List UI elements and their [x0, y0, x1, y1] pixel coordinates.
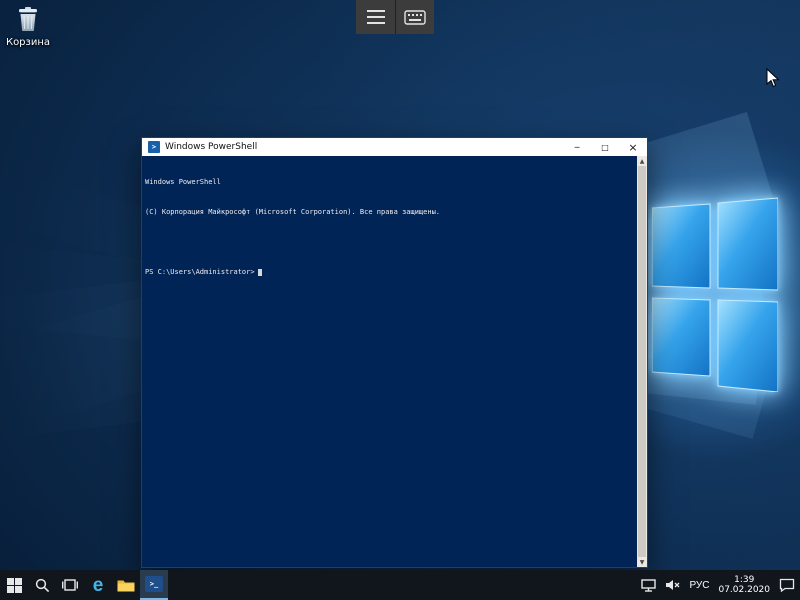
powershell-taskbar-button[interactable]: >_ — [140, 570, 168, 600]
recycle-bin-label: Корзина — [2, 37, 54, 48]
volume-tray-button[interactable] — [665, 570, 680, 600]
console-output: Windows PowerShell (C) Корпорация Майкро… — [145, 157, 633, 297]
start-button[interactable] — [0, 570, 28, 600]
scroll-down-icon[interactable]: ▼ — [637, 557, 647, 567]
recycle-bin-icon — [15, 6, 41, 32]
console-line — [145, 237, 633, 247]
taskbar-clock[interactable]: 1:39 07.02.2020 — [718, 575, 770, 595]
window-title: Windows PowerShell — [165, 142, 563, 152]
scrollbar-thumb[interactable] — [638, 166, 646, 557]
search-icon — [35, 578, 50, 593]
edge-button[interactable]: e — [84, 570, 112, 600]
taskbar-apps: e >_ — [0, 570, 168, 600]
console-prompt: PS C:\Users\Administrator> — [145, 268, 255, 276]
keyboard-icon — [404, 10, 426, 25]
keyboard-button[interactable] — [395, 0, 434, 34]
window-titlebar[interactable]: > Windows PowerShell ─ □ × — [142, 138, 647, 156]
vm-toolbar — [356, 0, 434, 34]
task-view-button[interactable] — [56, 570, 84, 600]
console-prompt-line: PS C:\Users\Administrator> — [145, 267, 633, 277]
clock-date: 07.02.2020 — [718, 585, 770, 595]
scroll-up-icon[interactable]: ▲ — [637, 156, 647, 166]
file-explorer-button[interactable] — [112, 570, 140, 600]
volume-muted-icon — [665, 579, 680, 591]
desktop: Корзина > Windows PowerShell ─ □ — [0, 0, 800, 600]
folder-icon — [117, 578, 135, 592]
console-line: (C) Корпорация Майкрософт (Microsoft Cor… — [145, 207, 633, 217]
menu-button[interactable] — [356, 0, 395, 34]
search-button[interactable] — [28, 570, 56, 600]
task-view-icon — [62, 578, 78, 592]
network-icon — [641, 579, 656, 592]
console-scrollbar[interactable]: ▲ ▼ — [637, 156, 647, 567]
powershell-window: > Windows PowerShell ─ □ × Windows Power… — [141, 137, 648, 568]
windows-logo — [652, 196, 778, 392]
maximize-button[interactable]: □ — [591, 138, 619, 156]
minimize-button[interactable]: ─ — [563, 138, 591, 156]
taskbar: e >_ — [0, 570, 800, 600]
close-button[interactable]: × — [619, 138, 647, 156]
language-indicator[interactable]: РУС — [689, 570, 709, 600]
recycle-bin[interactable]: Корзина — [2, 6, 54, 48]
action-center-icon — [779, 578, 795, 592]
console-area[interactable]: Windows PowerShell (C) Корпорация Майкро… — [142, 156, 647, 567]
console-line: Windows PowerShell — [145, 177, 633, 187]
network-tray-button[interactable] — [641, 570, 656, 600]
mouse-cursor — [766, 68, 781, 89]
powershell-icon: >_ — [145, 576, 163, 592]
clock-time: 1:39 — [718, 575, 770, 585]
console-cursor — [258, 269, 262, 276]
powershell-window-icon: > — [148, 141, 160, 153]
edge-icon: e — [93, 576, 104, 595]
action-center-button[interactable] — [779, 570, 795, 600]
system-tray: РУС 1:39 07.02.2020 — [641, 570, 800, 600]
window-controls: ─ □ × — [563, 138, 647, 156]
windows-start-icon — [7, 578, 22, 593]
